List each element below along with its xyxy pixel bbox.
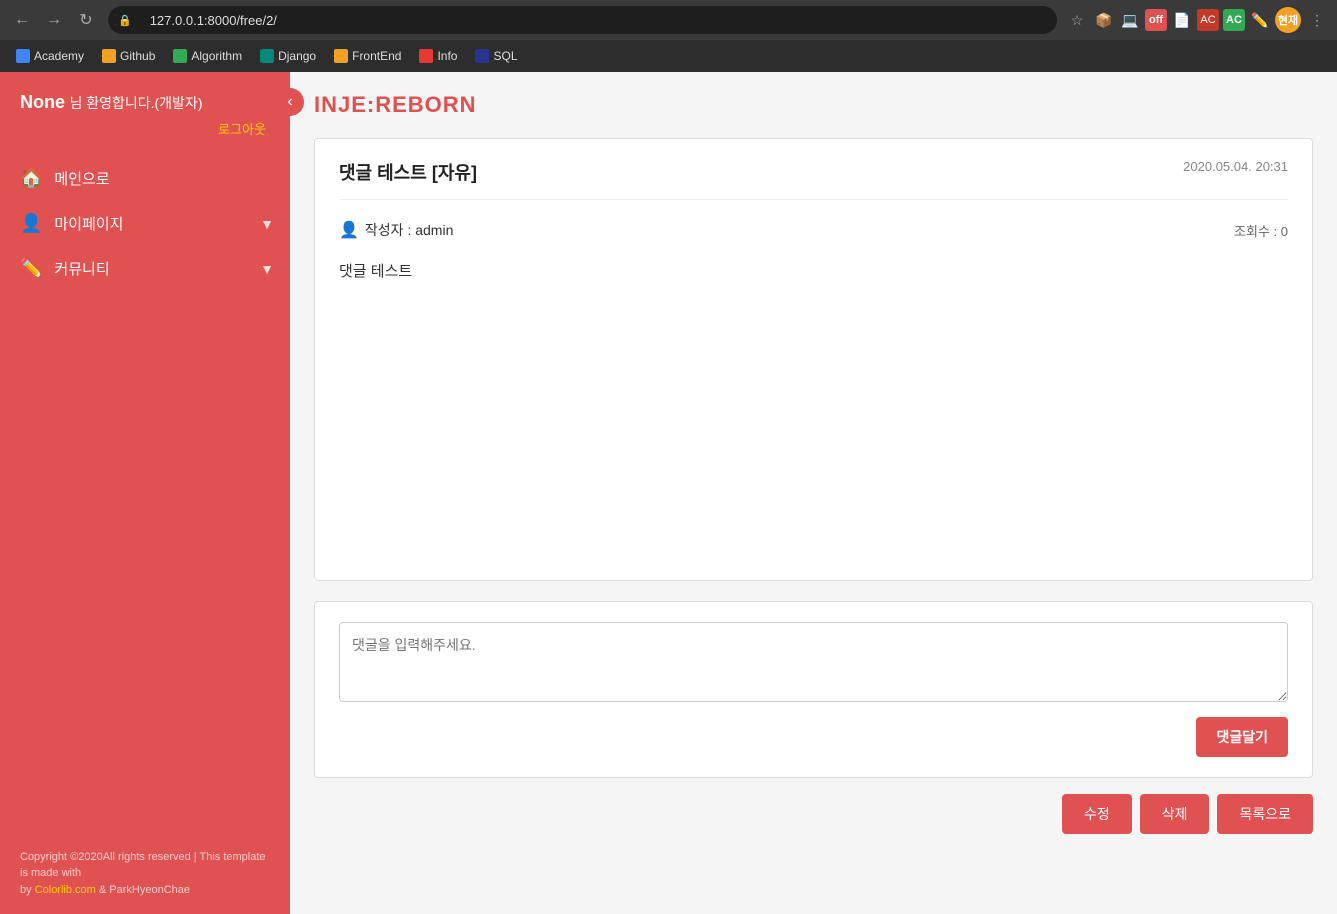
- comment-section: 댓글달기: [314, 601, 1313, 778]
- bookmark-sql[interactable]: SQL: [467, 46, 525, 66]
- bookmark-github[interactable]: Github: [94, 46, 163, 66]
- sidebar: ‹ None 님 환영합니다.(개발자) 로그아웃 🏠 메인으로 👤 마이페이지…: [0, 72, 290, 914]
- ext-icon-4[interactable]: AC: [1197, 9, 1219, 31]
- bookmark-icon-info: [419, 49, 433, 63]
- sidebar-item-main-label: 메인으로: [54, 168, 109, 189]
- ext-icon-red[interactable]: off: [1145, 9, 1167, 31]
- bookmark-icon-frontend: [334, 49, 348, 63]
- bookmark-label-academy: Academy: [34, 49, 84, 63]
- list-button[interactable]: 목록으로: [1217, 794, 1313, 834]
- post-body: 댓글 테스트: [339, 260, 1288, 560]
- app-layout: ‹ None 님 환영합니다.(개발자) 로그아웃 🏠 메인으로 👤 마이페이지…: [0, 72, 1337, 914]
- user-icon: 👤: [20, 213, 42, 234]
- ext-icon-pencil[interactable]: ✏️: [1249, 9, 1271, 31]
- lock-icon: 🔒: [118, 14, 132, 27]
- post-author-label: 작성자 : admin: [365, 220, 453, 240]
- comment-textarea[interactable]: [339, 622, 1288, 702]
- user-avatar[interactable]: 현재: [1275, 7, 1301, 33]
- menu-icon[interactable]: ⋮: [1305, 8, 1329, 32]
- browser-action-icons: ☆ 📦 💻 off 📄 AC AC ✏️ 현재 ⋮: [1065, 7, 1329, 33]
- post-views: 조회수 : 0: [1234, 221, 1288, 240]
- bookmark-icon-sql: [475, 49, 489, 63]
- refresh-button[interactable]: ↻: [72, 6, 100, 34]
- username-text: None: [20, 92, 65, 112]
- bookmark-academy[interactable]: Academy: [8, 46, 92, 66]
- colorlib-link[interactable]: Colorlib.com: [35, 884, 96, 896]
- post-card: 댓글 테스트 [자유] 2020.05.04. 20:31 👤 작성자 : ad…: [314, 138, 1313, 581]
- action-buttons: 수정 삭제 목록으로: [314, 794, 1313, 844]
- bookmark-label-django: Django: [278, 49, 316, 63]
- bookmark-icon-django: [260, 49, 274, 63]
- post-category-text: [자유]: [432, 163, 477, 183]
- ext-icon-green[interactable]: AC: [1223, 9, 1245, 31]
- community-arrow-icon: ▼: [260, 261, 274, 277]
- bookmark-label-frontend: FrontEnd: [352, 49, 401, 63]
- post-author: 👤 작성자 : admin: [339, 220, 453, 240]
- sidebar-item-mypage[interactable]: 👤 마이페이지 ▼: [0, 201, 290, 246]
- bookmark-icon-academy: [16, 49, 30, 63]
- pencil-icon: ✏️: [20, 258, 42, 279]
- nav-buttons: ← → ↻: [8, 6, 100, 34]
- sidebar-nav: 🏠 메인으로 👤 마이페이지 ▼ ✏️ 커뮤니티 ▼: [0, 146, 290, 833]
- bookmark-label-github: Github: [120, 49, 155, 63]
- forward-button[interactable]: →: [40, 6, 68, 34]
- sidebar-username: None 님 환영합니다.(개발자): [20, 92, 270, 113]
- bookmark-algorithm[interactable]: Algorithm: [165, 46, 250, 66]
- edit-button[interactable]: 수정: [1062, 794, 1132, 834]
- browser-toolbar: ← → ↻ 🔒 ☆ 📦 💻 off 📄 AC AC ✏️ 현재 ⋮: [0, 0, 1337, 40]
- back-button[interactable]: ←: [8, 6, 36, 34]
- welcome-text: 님 환영합니다.(개발자): [69, 95, 202, 111]
- mypage-arrow-icon: ▼: [260, 216, 274, 232]
- post-body-text: 댓글 테스트: [339, 263, 412, 280]
- author-icon: 👤: [339, 220, 359, 240]
- sidebar-item-community-label: 커뮤니티: [54, 258, 109, 279]
- star-icon[interactable]: ☆: [1065, 8, 1089, 32]
- footer-author: & ParkHyeonChae: [99, 884, 190, 896]
- ext-icon-3[interactable]: 📄: [1171, 9, 1193, 31]
- post-header: 댓글 테스트 [자유] 2020.05.04. 20:31: [339, 159, 1288, 200]
- extension-icons: 📦 💻 off 📄 AC AC ✏️ 현재: [1093, 7, 1301, 33]
- ext-icon-2[interactable]: 💻: [1119, 9, 1141, 31]
- bookmark-django[interactable]: Django: [252, 46, 324, 66]
- bookmark-label-info: Info: [437, 49, 457, 63]
- comment-submit-button[interactable]: 댓글달기: [1196, 717, 1288, 757]
- ext-icon-1[interactable]: 📦: [1093, 9, 1115, 31]
- bookmark-label-sql: SQL: [493, 49, 517, 63]
- bookmark-icon-algorithm: [173, 49, 187, 63]
- logout-button[interactable]: 로그아웃: [20, 119, 270, 138]
- bookmark-icon-github: [102, 49, 116, 63]
- home-icon: 🏠: [20, 168, 42, 189]
- bookmark-label-algorithm: Algorithm: [191, 49, 242, 63]
- browser-chrome: ← → ↻ 🔒 ☆ 📦 💻 off 📄 AC AC ✏️ 현재 ⋮: [0, 0, 1337, 72]
- site-logo: INJE:REBORN: [314, 92, 1313, 118]
- address-bar[interactable]: [138, 6, 1047, 34]
- post-title: 댓글 테스트 [자유]: [339, 159, 477, 185]
- delete-button[interactable]: 삭제: [1140, 794, 1210, 834]
- comment-submit-row: 댓글달기: [339, 717, 1288, 757]
- sidebar-item-main[interactable]: 🏠 메인으로: [0, 156, 290, 201]
- post-title-text: 댓글 테스트: [339, 163, 427, 183]
- sidebar-user-section: None 님 환영합니다.(개발자) 로그아웃: [0, 72, 290, 146]
- sidebar-item-mypage-label: 마이페이지: [54, 213, 123, 234]
- post-date: 2020.05.04. 20:31: [1183, 159, 1288, 174]
- bookmark-frontend[interactable]: FrontEnd: [326, 46, 409, 66]
- post-meta: 👤 작성자 : admin 조회수 : 0: [339, 220, 1288, 240]
- footer-text: Copyright ©2020All rights reserved | Thi…: [20, 851, 266, 880]
- site-header: INJE:REBORN: [314, 92, 1313, 118]
- bookmark-info[interactable]: Info: [411, 46, 465, 66]
- bookmarks-bar: Academy Github Algorithm Django FrontEnd…: [0, 40, 1337, 72]
- main-content: INJE:REBORN 댓글 테스트 [자유] 2020.05.04. 20:3…: [290, 72, 1337, 914]
- sidebar-toggle-button[interactable]: ‹: [276, 88, 304, 116]
- sidebar-item-community[interactable]: ✏️ 커뮤니티 ▼: [0, 246, 290, 291]
- sidebar-footer: Copyright ©2020All rights reserved | Thi…: [0, 833, 290, 914]
